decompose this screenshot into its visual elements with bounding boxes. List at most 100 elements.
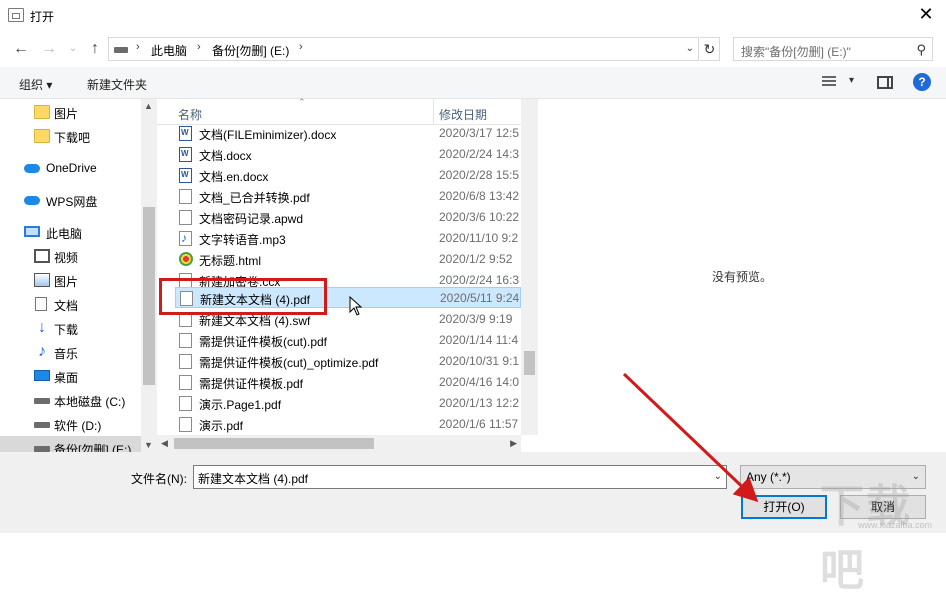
- file-date: 2020/1/2 9:52: [439, 252, 513, 266]
- audio-file-icon: [179, 231, 192, 246]
- column-header-row: ⌃ 名称 修改日期: [157, 97, 538, 125]
- breadcrumb-separator[interactable]: ›: [197, 41, 201, 53]
- file-row[interactable]: 文档.en.docx 2020/2/28 15:5: [175, 165, 521, 186]
- file-date: 2020/2/24 14:3: [439, 147, 520, 161]
- file-row[interactable]: 文档密码记录.apwd 2020/3/6 10:22: [175, 207, 521, 228]
- file-list: ⌃ 名称 修改日期 文档(FILEminimizer).docx 2020/3/1…: [157, 97, 538, 452]
- scroll-up-icon[interactable]: ▲: [144, 101, 153, 111]
- file-name: 文档(FILEminimizer).docx: [199, 128, 337, 142]
- file-row[interactable]: 需提供证件模板(cut)_optimize.pdf 2020/10/31 9:1: [175, 351, 521, 372]
- file-row[interactable]: 文档(FILEminimizer).docx 2020/3/17 12:5: [175, 123, 521, 144]
- pictures-icon: [34, 273, 50, 287]
- file-row[interactable]: 需提供证件模板.pdf 2020/4/16 14:0: [175, 372, 521, 393]
- chevron-down-icon[interactable]: ⌄: [714, 471, 722, 482]
- search-input[interactable]: 搜索"备份[勿删] (E:)" ⚲: [733, 37, 933, 61]
- breadcrumb-separator[interactable]: ›: [136, 41, 140, 53]
- scroll-right-icon[interactable]: ▶: [510, 438, 517, 449]
- file-row[interactable]: 文档.docx 2020/2/24 14:3: [175, 144, 521, 165]
- forward-arrow-icon[interactable]: →: [40, 40, 58, 58]
- sidebar-item-pictures[interactable]: 图片: [0, 268, 141, 292]
- sidebar-item-label: 本地磁盘 (C:): [54, 395, 126, 409]
- sidebar-item-label: OneDrive: [46, 161, 97, 175]
- scroll-thumb[interactable]: [524, 351, 535, 375]
- address-bar[interactable]: › 此电脑 › 备份[勿删] (E:) › ⌄: [108, 37, 699, 61]
- sidebar-item-downloads[interactable]: ↓ 下载: [0, 316, 141, 340]
- file-row[interactable]: 文档_已合并转换.pdf 2020/6/8 13:42: [175, 186, 521, 207]
- sidebar-item-label: 文档: [54, 299, 79, 313]
- file-list-horizontal-scrollbar[interactable]: ◀ ▶: [157, 435, 521, 452]
- file-icon: [179, 210, 192, 225]
- command-bar: 组织 ▾ 新建文件夹 ▾ ?: [0, 67, 946, 99]
- file-row[interactable]: 文字转语音.mp3 2020/11/10 9:2: [175, 228, 521, 249]
- sidebar-item-label: 图片: [54, 107, 79, 121]
- refresh-icon[interactable]: ↻: [700, 37, 720, 61]
- file-list-vertical-scrollbar[interactable]: [521, 99, 538, 435]
- preview-pane: 没有预览。: [538, 99, 946, 452]
- video-icon: [34, 249, 50, 263]
- file-name: 需提供证件模板.pdf: [199, 377, 304, 391]
- sidebar-scrollbar[interactable]: ▲ ▼: [141, 99, 157, 452]
- file-name: 文档密码记录.apwd: [199, 212, 304, 226]
- desktop-icon: [34, 370, 50, 381]
- sidebar-item-onedrive[interactable]: OneDrive: [0, 156, 141, 180]
- breadcrumb-drive-e[interactable]: 备份[勿删] (E:): [212, 42, 289, 59]
- breadcrumb-this-pc[interactable]: 此电脑: [151, 42, 187, 59]
- sidebar-item-label: 图片: [54, 275, 79, 289]
- open-button[interactable]: 打开(O): [741, 495, 827, 519]
- sidebar-item-drive-d[interactable]: 软件 (D:): [0, 412, 141, 436]
- sidebar-item-wps-cloud[interactable]: WPS网盘: [0, 188, 141, 212]
- back-arrow-icon[interactable]: ←: [12, 40, 30, 58]
- organize-menu[interactable]: 组织 ▾: [19, 76, 52, 93]
- cloud-icon: [24, 164, 40, 173]
- up-arrow-icon[interactable]: ↑: [86, 40, 104, 58]
- sidebar-item-videos[interactable]: 视频: [0, 244, 141, 268]
- file-date: 2020/2/28 15:5: [439, 168, 520, 182]
- column-divider[interactable]: [433, 99, 434, 125]
- sidebar-item-label: WPS网盘: [46, 195, 98, 209]
- file-name: 文档.en.docx: [199, 170, 269, 184]
- help-icon[interactable]: ?: [913, 73, 931, 91]
- sidebar-item-desktop[interactable]: 桌面: [0, 364, 141, 388]
- filename-field[interactable]: 新建文本文档 (4).pdf ⌄: [193, 465, 727, 489]
- file-date: 2020/1/14 11:4: [439, 333, 519, 347]
- close-button[interactable]: ✕: [916, 4, 936, 24]
- breadcrumb-separator[interactable]: ›: [299, 41, 303, 53]
- recent-dropdown-icon[interactable]: ⌄: [64, 40, 82, 58]
- word-file-icon: [179, 126, 192, 141]
- scroll-thumb[interactable]: [174, 438, 374, 449]
- sidebar-item-this-pc[interactable]: 此电脑: [0, 220, 141, 244]
- file-row[interactable]: 演示.pdf 2020/1/6 11:57: [175, 414, 521, 435]
- computer-icon: [24, 226, 40, 237]
- scroll-thumb[interactable]: [143, 207, 155, 385]
- cloud-icon: [24, 196, 40, 205]
- file-type-value: Any (*.*): [746, 470, 791, 484]
- file-icon: [179, 189, 192, 204]
- chevron-down-icon[interactable]: ⌄: [686, 43, 694, 54]
- view-options-icon[interactable]: [822, 76, 836, 89]
- file-row[interactable]: 需提供证件模板(cut).pdf 2020/1/14 11:4: [175, 330, 521, 351]
- new-folder-button[interactable]: 新建文件夹: [87, 76, 147, 93]
- sidebar-item-pictures-quick[interactable]: 图片: [0, 100, 141, 124]
- sidebar-item-drive-e[interactable]: 备份[勿删] (E:): [0, 436, 141, 452]
- highlight-annotation-box: [159, 278, 327, 315]
- sidebar-item-xiazaiba[interactable]: 下载吧: [0, 124, 141, 148]
- file-icon: [179, 396, 192, 411]
- title-bar: 打开 ✕: [0, 0, 946, 32]
- file-row[interactable]: 演示.Page1.pdf 2020/1/13 12:2: [175, 393, 521, 414]
- file-name: 需提供证件模板(cut).pdf: [199, 335, 328, 349]
- column-header-name[interactable]: 名称: [178, 106, 202, 123]
- sidebar-item-drive-c[interactable]: 本地磁盘 (C:): [0, 388, 141, 412]
- file-date: 2020/6/8 13:42: [439, 189, 520, 203]
- file-date: 2020/1/13 12:2: [439, 396, 520, 410]
- column-header-date[interactable]: 修改日期: [439, 106, 487, 123]
- file-row[interactable]: 无标题.html 2020/1/2 9:52: [175, 249, 521, 270]
- scroll-left-icon[interactable]: ◀: [161, 438, 168, 449]
- scroll-down-icon[interactable]: ▼: [144, 440, 153, 450]
- file-name: 文档.docx: [199, 149, 252, 163]
- view-dropdown-icon[interactable]: ▾: [849, 75, 854, 86]
- search-placeholder: 搜索"备份[勿删] (E:)": [741, 45, 851, 59]
- sidebar-item-documents[interactable]: 文档: [0, 292, 141, 316]
- open-dialog-icon: [8, 8, 24, 22]
- sidebar-item-music[interactable]: ♪ 音乐: [0, 340, 141, 364]
- preview-pane-icon[interactable]: [877, 76, 893, 89]
